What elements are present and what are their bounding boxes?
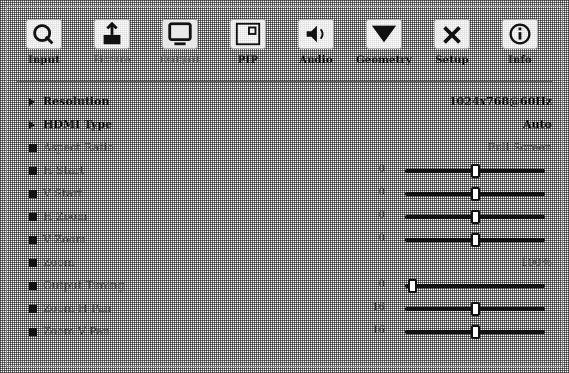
zoom-value: 100%	[520, 256, 552, 269]
tab-info-label: Info	[508, 55, 532, 66]
tab-picture-label: Picture	[92, 55, 132, 66]
zoom-v-pan-label: Zoom V Pan	[43, 325, 110, 338]
tab-output-label: Output	[159, 55, 201, 66]
tab-setup[interactable]: Setup	[421, 15, 483, 79]
row-v-zoom[interactable]: V Zoom 0	[7, 229, 562, 252]
setup-icon	[434, 19, 470, 49]
zoom-v-pan-slider[interactable]	[405, 325, 545, 339]
tab-divider	[17, 81, 552, 82]
slider-track	[405, 284, 545, 288]
tab-pip-label: PIP	[237, 55, 259, 66]
hdmi-type-label: HDMI Type	[43, 118, 113, 131]
row-zoom-v-pan[interactable]: Zoom V Pan 16	[7, 321, 562, 344]
v-zoom-number: 0	[378, 233, 385, 244]
output-settings-list: Resolution 1024x768@60Hz HDMI Type Auto …	[7, 91, 562, 344]
zoom-h-pan-slider[interactable]	[405, 302, 545, 316]
zoom-h-pan-number: 16	[372, 302, 385, 313]
zoom-h-pan-label: Zoom H Pan	[43, 302, 112, 315]
resolution-value: 1024x768@60Hz	[448, 95, 552, 108]
tab-geometry-label: Geometry	[356, 55, 412, 66]
tab-bar: Input Picture Output PIP Audio Geometry …	[7, 11, 562, 83]
v-zoom-slider[interactable]	[405, 233, 545, 247]
h-zoom-number: 0	[378, 210, 385, 221]
row-zoom-h-pan[interactable]: Zoom H Pan 16	[7, 298, 562, 321]
v-start-slider[interactable]	[405, 187, 545, 201]
tab-setup-label: Setup	[435, 55, 469, 66]
hdmi-type-value: Auto	[523, 118, 552, 131]
slider-thumb[interactable]	[471, 187, 480, 201]
expand-arrow-icon	[29, 121, 35, 129]
item-bullet-icon	[29, 167, 37, 175]
row-resolution[interactable]: Resolution 1024x768@60Hz	[7, 91, 562, 114]
expand-arrow-icon	[29, 98, 35, 106]
tab-output[interactable]: Output	[149, 15, 211, 79]
info-icon	[502, 19, 538, 49]
v-zoom-label: V Zoom	[43, 233, 86, 246]
output-timing-label: Output Timing	[43, 279, 125, 292]
item-bullet-icon	[29, 305, 37, 313]
slider-thumb[interactable]	[471, 302, 480, 316]
tab-input[interactable]: Input	[13, 15, 75, 79]
pip-icon	[230, 19, 266, 49]
slider-thumb[interactable]	[471, 164, 480, 178]
h-start-number: 0	[378, 164, 385, 175]
tab-info[interactable]: Info	[489, 15, 551, 79]
item-bullet-icon	[29, 259, 37, 267]
osd-menu-panel: Input Picture Output PIP Audio Geometry …	[6, 6, 563, 367]
tab-pip[interactable]: PIP	[217, 15, 279, 79]
h-start-slider[interactable]	[405, 164, 545, 178]
row-v-start[interactable]: V Start 0	[7, 183, 562, 206]
tab-geometry[interactable]: Geometry	[353, 15, 415, 79]
tab-audio[interactable]: Audio	[285, 15, 347, 79]
row-aspect-ratio[interactable]: Aspect Ratio Full Screen	[7, 137, 562, 160]
geometry-icon	[366, 19, 402, 49]
slider-thumb[interactable]	[471, 325, 480, 339]
slider-thumb[interactable]	[471, 210, 480, 224]
output-icon	[162, 19, 198, 49]
input-icon	[26, 19, 62, 49]
audio-icon	[298, 19, 334, 49]
tab-input-label: Input	[28, 55, 60, 66]
picture-icon	[94, 19, 130, 49]
output-timing-number: 0	[378, 279, 385, 290]
zoom-v-pan-number: 16	[372, 325, 385, 336]
item-bullet-icon	[29, 328, 37, 336]
v-start-label: V Start	[43, 187, 83, 200]
item-bullet-icon	[29, 282, 37, 290]
resolution-label: Resolution	[43, 95, 110, 108]
tab-audio-label: Audio	[299, 55, 333, 66]
row-h-start[interactable]: H Start 0	[7, 160, 562, 183]
item-bullet-icon	[29, 236, 37, 244]
row-hdmi-type[interactable]: HDMI Type Auto	[7, 114, 562, 137]
row-zoom[interactable]: Zoom 100%	[7, 252, 562, 275]
zoom-label: Zoom	[43, 256, 75, 269]
h-zoom-label: H Zoom	[43, 210, 88, 223]
h-zoom-slider[interactable]	[405, 210, 545, 224]
row-h-zoom[interactable]: H Zoom 0	[7, 206, 562, 229]
item-bullet-icon	[29, 213, 37, 221]
slider-thumb[interactable]	[408, 279, 417, 293]
aspect-ratio-label: Aspect Ratio	[43, 141, 114, 154]
slider-thumb[interactable]	[471, 233, 480, 247]
h-start-label: H Start	[43, 164, 85, 177]
item-bullet-icon	[29, 144, 37, 152]
item-bullet-icon	[29, 190, 37, 198]
v-start-number: 0	[378, 187, 385, 198]
tab-picture[interactable]: Picture	[81, 15, 143, 79]
output-timing-slider[interactable]	[405, 279, 545, 293]
aspect-ratio-value: Full Screen	[487, 141, 552, 154]
row-output-timing[interactable]: Output Timing 0	[7, 275, 562, 298]
